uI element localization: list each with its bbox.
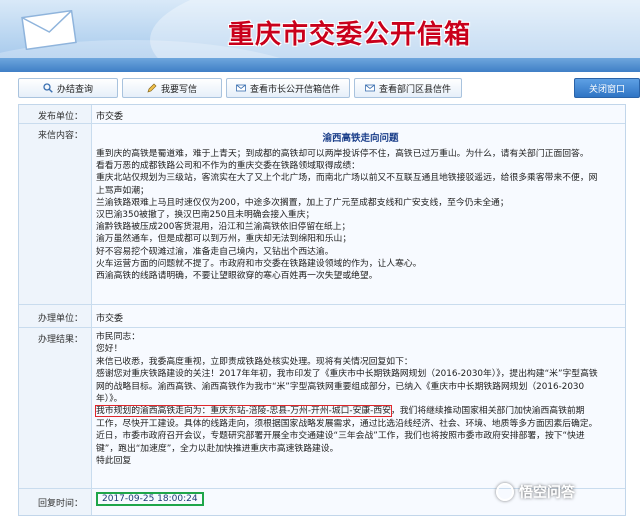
write-letter-label: 我要写信 — [160, 84, 197, 95]
reply-time-highlight: 2017-09-25 18:00:24 — [96, 492, 204, 506]
query-button[interactable]: 办结查询 — [18, 78, 118, 98]
banner-envelope-icon — [21, 10, 77, 50]
sender-value: 市交委 — [91, 105, 625, 123]
mayor-letters-label: 查看市长公开信箱信件 — [249, 84, 340, 95]
page-title: 重庆市交委公开信箱 — [228, 20, 472, 50]
reply-line: 工作，尽快开工建设。具体的线路走向，须根据国家战略发展需求，通过比选沿线经济、社… — [96, 418, 598, 429]
result-label: 办理结果： — [37, 335, 83, 345]
reply-line: 近日，市委市政府召开会议，专题研究部署开展全市交通建设“三年会战”工作，我们也将… — [96, 431, 585, 442]
envelope-icon — [236, 84, 246, 92]
handler-label: 办理单位： — [37, 314, 83, 324]
reply-line: 市民同志： — [96, 332, 140, 342]
content-label: 来信内容： — [37, 131, 83, 141]
reply-highlight-line: 我市规划的渝西高铁走向为：重庆东站-涪陵-忠县-万州-开州-城口-安康-西安，我… — [95, 405, 625, 418]
reply-line: 网的战略目标。渝西高铁、渝西高铁作为我市“米”字型高铁网重要组成部分，已纳入《重… — [96, 381, 585, 392]
letter-detail-table: 发布单位： 市交委 来信内容： 渝西高铁走向问题 重到庆的高铁是蜀道难，难于上青… — [18, 104, 626, 516]
reply-body: 市民同志： 您好！ 来信已收悉，我委高度重视，立即责成铁路处核实处理。现将有关情… — [95, 331, 625, 467]
letter-line: 渝万虽然通车，但是成都可以到万州，重庆却无法到绵阳和乐山； — [96, 234, 352, 245]
content-value: 渝西高铁走向问题 重到庆的高铁是蜀道难，难于上青天；到成都的高铁却可以两岸投诉停… — [91, 124, 625, 304]
mayor-letters-button[interactable]: 查看市长公开信箱信件 — [226, 78, 350, 98]
envelope-icon — [365, 84, 375, 92]
letter-line: 重到庆的高铁是蜀道难，难于上青天；到成都的高铁却可以两岸投诉停不住，高铁已过万重… — [96, 149, 589, 159]
letter-line: 重庆北站仅规划为三级站，客流实在大了又上个北广场，而南北广场以前又不互联互通且地… — [96, 173, 598, 184]
letter-line: 汉巴渝350被撤了，换汉巴南250且未明确会接入重庆； — [96, 210, 315, 221]
department-letters-label: 查看部门区县信件 — [378, 84, 451, 95]
watermark-text: 悟空问答 — [519, 485, 575, 501]
query-button-label: 办结查询 — [56, 84, 93, 95]
reply-line: 您好！ — [96, 344, 123, 355]
magnifier-icon — [43, 83, 53, 93]
reply-time-label: 回复时间： — [37, 499, 83, 509]
route-highlight-rest: ，我们将继续推动国家相关部门加快渝西高铁前期 — [390, 406, 585, 417]
wukong-logo-icon — [496, 483, 514, 501]
letter-line: 渝黔铁路被压成200客货混用，沿江和兰渝高铁依旧停留在纸上； — [96, 222, 351, 233]
result-row: 办理结果： 市民同志： 您好！ 来信已收悉，我委高度重视，立即责成铁路处核实处理… — [19, 328, 625, 489]
toolbar: 办结查询 我要写信 查看市长公开信箱信件 查看部门区县信件 关闭窗口 — [18, 78, 640, 100]
letter-line: 上骂声如潮； — [96, 185, 149, 196]
route-highlight: 我市规划的渝西高铁走向为：重庆东站-涪陵-忠县-万州-开州-城口-安康-西安 — [95, 405, 392, 418]
watermark: 悟空问答 — [496, 482, 575, 502]
reply-line: 键”，跑出“加速度”，全力以赴加快推进重庆市高速铁路建设。 — [96, 443, 339, 454]
department-letters-button[interactable]: 查看部门区县信件 — [354, 78, 462, 98]
write-letter-button[interactable]: 我要写信 — [122, 78, 222, 98]
banner-stripe — [0, 58, 640, 72]
handler-value: 市交委 — [91, 305, 625, 327]
reply-line: 来信已收悉，我委高度重视，立即责成铁路处核实处理。现将有关情况回复如下： — [96, 356, 413, 367]
letter-line: 看看万恶的成都铁路公司和不作为的重庆交委在铁路领域取得成绩： — [96, 161, 360, 172]
pencil-icon — [147, 83, 157, 93]
sender-row: 发布单位： 市交委 — [19, 105, 625, 124]
letter-line: 好不容易挖个砚滩过渝，准备走自己境内，又钻出个西达渝。 — [96, 246, 334, 257]
letter-line: 火车运营方面的问题就不提了。市政府和市交委在铁路建设领域的作为，让人寒心。 — [96, 258, 422, 269]
reply-line: 年）》。 — [96, 394, 123, 405]
site-banner: 重庆市交委公开信箱 — [0, 0, 640, 72]
result-value: 市民同志： 您好！ 来信已收悉，我委高度重视，立即责成铁路处核实处理。现将有关情… — [91, 328, 625, 488]
content-row: 来信内容： 渝西高铁走向问题 重到庆的高铁是蜀道难，难于上青天；到成都的高铁却可… — [19, 124, 625, 305]
handler-row: 办理单位： 市交委 — [19, 305, 625, 328]
sender-label: 发布单位： — [37, 112, 83, 122]
reply-line: 特此回复 — [96, 456, 132, 467]
reply-line: 感谢您对重庆铁路建设的关注！2017年年初，我市印发了《重庆市中长期铁路网规划（… — [96, 369, 598, 380]
letter-title: 渝西高铁走向问题 — [322, 133, 399, 144]
letter-line: 兰渝铁路艰难上马且时速仅仅为200，中途多次搁置，加上了广元至成都支线和广安支线… — [96, 197, 509, 208]
close-window-button[interactable]: 关闭窗口 — [574, 78, 640, 98]
letter-body: 重到庆的高铁是蜀道难，难于上青天；到成都的高铁却可以两岸投诉停不住，高铁已过万重… — [96, 148, 625, 282]
letter-line: 西渝高铁的线路请明确，不要让望眼欲穿的寒心百姓再一次失望或绝望。 — [96, 271, 378, 282]
